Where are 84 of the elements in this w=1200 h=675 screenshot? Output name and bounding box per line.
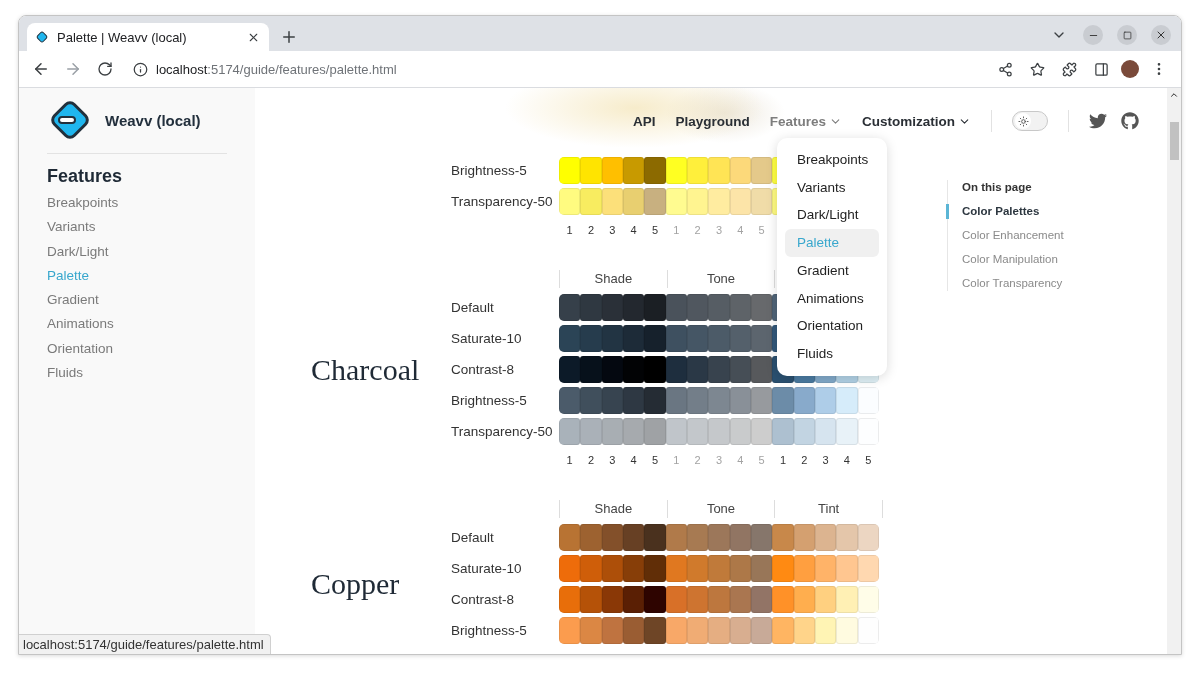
sidebar-item[interactable]: Animations [47, 312, 227, 337]
close-icon[interactable] [1151, 25, 1171, 45]
menu-item[interactable]: Gradient [785, 256, 879, 285]
swatch-number: 3 [608, 454, 617, 466]
swatch-number: 4 [629, 224, 638, 236]
toc-link[interactable]: Color Manipulation [946, 252, 1058, 267]
swatch-number: 5 [650, 224, 660, 236]
nav-link[interactable]: Playground [675, 113, 750, 129]
nav-menu[interactable]: Features [769, 113, 842, 129]
status-url: localhost:5174/guide/features/palette.html [19, 634, 271, 654]
swatch-number: 4 [629, 454, 638, 466]
palette-title: Copper [311, 567, 400, 600]
swatch-number: 5 [650, 454, 660, 466]
swatch-number: 2 [693, 224, 702, 236]
github-icon[interactable] [1121, 112, 1139, 130]
variant-label: Brightness-5 [451, 393, 528, 408]
nav-link[interactable]: API [632, 113, 656, 129]
sidebar-item[interactable]: Dark/Light [47, 239, 227, 264]
sidebar-item[interactable]: Variants [47, 215, 227, 240]
group-heading: Tone [666, 500, 775, 518]
scrollbar[interactable] [1167, 88, 1181, 654]
info-icon[interactable] [133, 61, 148, 77]
menu-item[interactable]: Breakpoints [785, 146, 879, 174]
site-title[interactable]: Weavv (local) [105, 111, 201, 129]
swatch-number: 2 [693, 454, 702, 466]
menu-item[interactable]: Variants [785, 173, 879, 202]
toc-link[interactable]: Color Enhancement [946, 228, 1064, 243]
swatch-number: 4 [736, 454, 745, 466]
url-text[interactable]: localhost:5174/guide/features/palette.html [156, 61, 397, 77]
swatch-number: 1 [672, 224, 681, 236]
scroll-up-icon[interactable] [1169, 90, 1179, 100]
toc-link[interactable]: Color Transparency [946, 276, 1063, 291]
menu-item[interactable]: Orientation [785, 312, 879, 340]
variant-label: Default [451, 530, 495, 545]
maximize-icon[interactable] [1117, 25, 1137, 45]
group-heading: Shade [559, 270, 667, 288]
menu-item[interactable]: Animations [785, 284, 879, 313]
toc-link[interactable]: Color Palettes [946, 204, 1040, 219]
profile-avatar[interactable] [1121, 60, 1139, 78]
sidebar-item[interactable]: Fluids [47, 361, 227, 386]
group-heading: Tone [666, 270, 776, 288]
sidebar-item[interactable]: Breakpoints [47, 191, 227, 216]
swatch-number: 1 [565, 454, 574, 466]
sidebar-item[interactable]: Gradient [47, 288, 227, 313]
swatch-number: 3 [714, 454, 723, 466]
swatch-number: 5 [864, 454, 873, 466]
variant-label: Contrast-8 [451, 592, 516, 607]
twitter-icon[interactable] [1089, 112, 1107, 130]
variant-label: Transparency-50 [451, 194, 554, 209]
group-heading: Tint [774, 500, 883, 518]
sun-icon [1017, 115, 1029, 127]
swatch-number: 2 [800, 454, 809, 466]
toc-heading: On this page [961, 180, 1032, 195]
swatch-number: 5 [757, 224, 766, 236]
sidebar-item[interactable]: Orientation [47, 336, 227, 362]
browser-tab[interactable]: Palette | Weavv (local) [27, 23, 269, 51]
sidebar-heading: Features [47, 166, 124, 187]
swatch-number: 2 [586, 224, 596, 236]
variant-label: Brightness-5 [451, 623, 528, 638]
swatch-number: 1 [672, 454, 681, 466]
palette-title: Charcoal [311, 352, 420, 386]
swatch-number: 1 [565, 224, 574, 236]
menu-item[interactable]: Fluids [785, 339, 879, 368]
favicon-icon [35, 30, 49, 44]
swatch-number: 5 [757, 454, 766, 466]
swatch-number: 4 [736, 224, 745, 236]
swatch-number: 3 [714, 224, 723, 236]
variant-label: Saturate-10 [451, 561, 523, 576]
swatch-number: 2 [586, 454, 596, 466]
variant-label: Default [451, 300, 495, 315]
variant-label: Saturate-10 [451, 331, 523, 346]
nav-menu[interactable]: Customization [862, 113, 971, 129]
menu-item[interactable]: Dark/Light [785, 201, 879, 230]
theme-toggle[interactable] [1012, 111, 1048, 131]
tab-title: Palette | Weavv (local) [57, 29, 188, 45]
scrollbar-thumb[interactable] [1169, 122, 1179, 160]
variant-label: Contrast-8 [451, 362, 516, 377]
swatch-number: 4 [842, 454, 851, 466]
variant-label: Transparency-50 [451, 424, 554, 439]
group-heading: Shade [559, 500, 667, 518]
swatch-number: 3 [608, 224, 617, 236]
variant-label: Brightness-5 [451, 163, 528, 178]
swatch-number: 1 [778, 454, 787, 466]
swatch-number: 3 [821, 454, 830, 466]
